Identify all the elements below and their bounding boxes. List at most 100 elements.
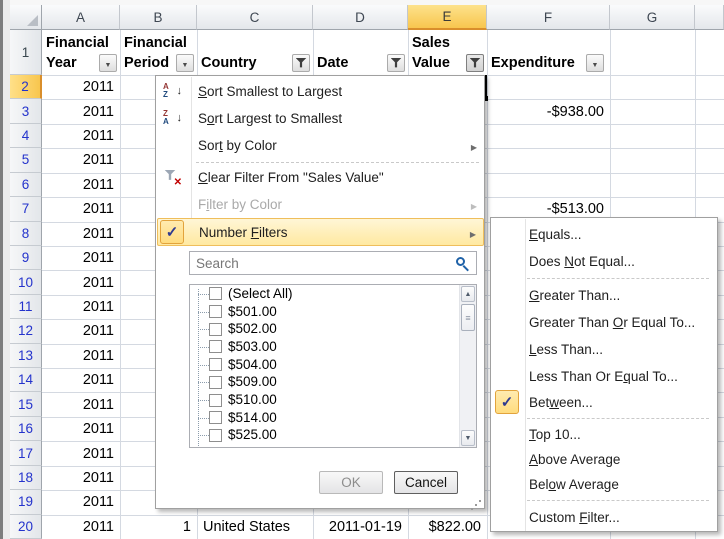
row-header-13[interactable]: 13 <box>10 344 42 368</box>
row-header-16[interactable]: 16 <box>10 417 42 441</box>
cell-A3[interactable]: 2011 <box>42 99 120 123</box>
row-header-15[interactable]: 15 <box>10 392 42 416</box>
list-item-509-00[interactable]: $509.00 <box>190 374 459 392</box>
cell-D20[interactable]: 2011-01-19 <box>313 515 408 539</box>
ok-button[interactable]: OK <box>319 471 383 494</box>
submenu-item-greater-than-or-equal-to[interactable]: Greater Than Or Equal To... <box>492 309 717 335</box>
list-item-525-00[interactable]: $525.00 <box>190 427 459 445</box>
cell-F3[interactable]: -$938.00 <box>487 99 610 123</box>
cell-A19[interactable]: 2011 <box>42 490 120 514</box>
cell-A9[interactable]: 2011 <box>42 246 120 270</box>
filter-button-C[interactable] <box>292 54 310 72</box>
cell-A17[interactable]: 2011 <box>42 441 120 465</box>
list-item-501-00[interactable]: $501.00 <box>190 303 459 321</box>
search-input[interactable] <box>189 251 477 275</box>
header-cell-A[interactable]: FinancialYear <box>42 30 120 75</box>
header-cell-E[interactable]: SalesValue <box>408 30 487 75</box>
column-header-B[interactable]: B <box>120 5 197 30</box>
cancel-button[interactable]: Cancel <box>394 471 458 494</box>
filter-button-B[interactable] <box>176 54 194 72</box>
column-header-F[interactable]: F <box>487 5 610 30</box>
column-header-H[interactable] <box>695 5 724 30</box>
row-header-19[interactable]: 19 <box>10 490 42 514</box>
column-header-E[interactable]: E <box>408 5 487 30</box>
header-cell-C[interactable]: Country <box>197 30 313 75</box>
row-header-11[interactable]: 11 <box>10 295 42 319</box>
cell-A11[interactable]: 2011 <box>42 295 120 319</box>
cell-A12[interactable]: 2011 <box>42 319 120 343</box>
submenu-item-does-not-equal[interactable]: Does Not Equal... <box>492 248 717 274</box>
column-header-D[interactable]: D <box>313 5 408 30</box>
menu-item-number-filters[interactable]: Number Filters <box>157 218 484 246</box>
resize-grip[interactable] <box>469 500 481 512</box>
cell-A16[interactable]: 2011 <box>42 417 120 441</box>
menu-item-sort-by-color[interactable]: Sort by Color <box>157 132 484 159</box>
row-header-1[interactable]: 1 <box>10 30 42 75</box>
row-header-10[interactable]: 10 <box>10 270 42 294</box>
submenu-item-below-average[interactable]: Below Average <box>492 471 717 497</box>
cell-A10[interactable]: 2011 <box>42 270 120 294</box>
cell-A13[interactable]: 2011 <box>42 344 120 368</box>
submenu-item-above-average[interactable]: Above Average <box>492 446 717 472</box>
value-checkbox[interactable] <box>209 447 222 448</box>
cell-A7[interactable]: 2011 <box>42 197 120 221</box>
submenu-item-custom-filter[interactable]: Custom Filter... <box>492 504 717 530</box>
list-item-partial[interactable] <box>190 444 459 448</box>
row-header-18[interactable]: 18 <box>10 466 42 490</box>
scrollbar-up-button[interactable] <box>461 286 475 302</box>
menu-item-sort-largest-to-smallest[interactable]: ZA↓Sort Largest to Smallest <box>157 105 484 132</box>
row-header-12[interactable]: 12 <box>10 319 42 343</box>
cell-B20[interactable]: 1 <box>120 515 197 539</box>
row-header-8[interactable]: 8 <box>10 222 42 246</box>
submenu-item-top-10[interactable]: Top 10... <box>492 421 717 447</box>
submenu-item-greater-than[interactable]: Greater Than... <box>492 282 717 308</box>
value-checkbox[interactable] <box>209 429 222 442</box>
cell-C20[interactable]: United States <box>197 515 313 539</box>
column-header-C[interactable]: C <box>197 5 313 30</box>
row-header-14[interactable]: 14 <box>10 368 42 392</box>
filter-button-D[interactable] <box>387 54 405 72</box>
value-checkbox[interactable] <box>209 411 222 424</box>
filter-button-E[interactable] <box>466 54 484 72</box>
submenu-item-less-than-or-equal-to[interactable]: Less Than Or Equal To... <box>492 363 717 389</box>
cell-E20[interactable]: $822.00 <box>408 515 487 539</box>
header-cell-B[interactable]: FinancialPeriod <box>120 30 197 75</box>
value-checkbox[interactable] <box>209 323 222 336</box>
scrollbar-thumb[interactable] <box>461 304 475 331</box>
submenu-item-less-than[interactable]: Less Than... <box>492 336 717 362</box>
row-header-17[interactable]: 17 <box>10 441 42 465</box>
cell-A14[interactable]: 2011 <box>42 368 120 392</box>
row-header-4[interactable]: 4 <box>10 124 42 148</box>
row-header-6[interactable]: 6 <box>10 173 42 197</box>
list-item-502-00[interactable]: $502.00 <box>190 320 459 338</box>
cell-A15[interactable]: 2011 <box>42 392 120 416</box>
filter-button-A[interactable] <box>99 54 117 72</box>
cell-A4[interactable]: 2011 <box>42 124 120 148</box>
list-item-510-00[interactable]: $510.00 <box>190 391 459 409</box>
menu-item-clear-filter-from-sales-value[interactable]: ✕Clear Filter From "Sales Value" <box>157 164 484 191</box>
select-all-corner[interactable] <box>10 5 42 30</box>
list-scrollbar[interactable] <box>459 285 476 447</box>
column-header-G[interactable]: G <box>610 5 695 30</box>
row-header-20[interactable]: 20 <box>10 515 42 539</box>
list-item-503-00[interactable]: $503.00 <box>190 338 459 356</box>
value-checkbox[interactable] <box>209 394 222 407</box>
value-checkbox[interactable] <box>209 340 222 353</box>
list-item-514-00[interactable]: $514.00 <box>190 409 459 427</box>
filter-button-F[interactable] <box>586 54 604 72</box>
cell-A18[interactable]: 2011 <box>42 466 120 490</box>
column-header-A[interactable]: A <box>42 5 120 30</box>
row-header-3[interactable]: 3 <box>10 99 42 123</box>
list-item-select-all[interactable]: (Select All) <box>190 285 459 303</box>
list-item-504-00[interactable]: $504.00 <box>190 356 459 374</box>
scrollbar-down-button[interactable] <box>461 430 475 446</box>
header-cell-D[interactable]: Date <box>313 30 408 75</box>
cell-A20[interactable]: 2011 <box>42 515 120 539</box>
value-checkbox[interactable] <box>209 287 222 300</box>
row-header-2[interactable]: 2 <box>10 75 42 99</box>
submenu-item-between[interactable]: Between... <box>492 389 717 415</box>
value-checkbox[interactable] <box>209 358 222 371</box>
value-checkbox[interactable] <box>209 376 222 389</box>
cell-A6[interactable]: 2011 <box>42 173 120 197</box>
cell-A2[interactable]: 2011 <box>42 75 120 99</box>
